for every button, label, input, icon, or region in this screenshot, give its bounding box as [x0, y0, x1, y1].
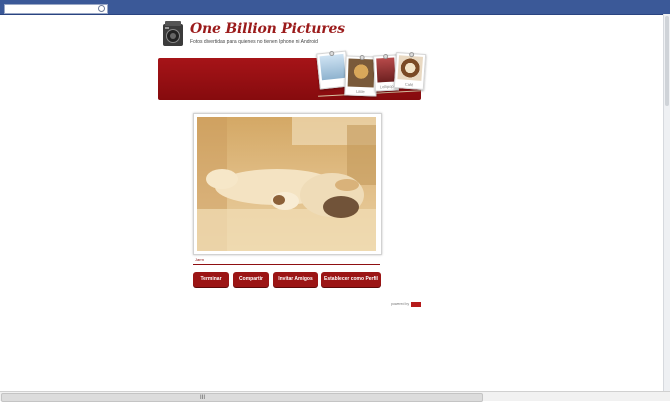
- photo-caption: Jarrn: [195, 257, 205, 262]
- banner-photo-caption: Café: [404, 81, 414, 88]
- finish-button[interactable]: Terminar: [193, 272, 229, 287]
- powered-by-label: powered by: [391, 302, 410, 306]
- vertical-scroll-thumb[interactable]: [665, 16, 669, 106]
- search-input[interactable]: [4, 4, 108, 14]
- sepia-photo: [197, 117, 376, 251]
- set-as-profile-button[interactable]: Establecer como Perfil: [321, 272, 381, 287]
- powered-by-logo[interactable]: [411, 302, 421, 307]
- app-header: One Billion Pictures Fotos divertidas pa…: [158, 18, 427, 102]
- app-title[interactable]: One Billion Pictures: [190, 21, 345, 37]
- horizontal-scroll-thumb[interactable]: III: [1, 393, 483, 402]
- scroll-grip: III: [200, 395, 206, 401]
- share-button[interactable]: Compartir: [233, 272, 269, 287]
- invite-friends-button[interactable]: Invitar Amigos: [273, 272, 318, 287]
- app-subtitle: Fotos divertidas para quienes no tienen …: [190, 39, 318, 45]
- banner-photo-4: Café: [393, 51, 427, 91]
- camera-logo-icon: [163, 21, 183, 46]
- banner-photo-caption: Little: [356, 88, 365, 95]
- caption-divider: [193, 264, 380, 265]
- vertical-scrollbar[interactable]: [663, 14, 670, 392]
- photo-frame: [193, 113, 382, 255]
- search-icon[interactable]: [98, 5, 105, 12]
- top-bar: [0, 0, 670, 15]
